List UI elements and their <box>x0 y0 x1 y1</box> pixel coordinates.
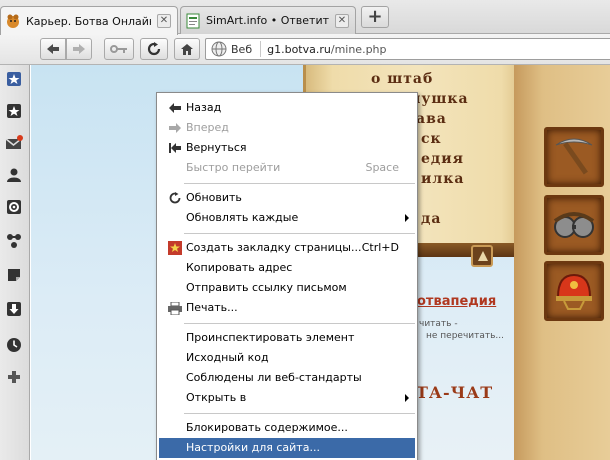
helmet-icon <box>556 273 592 310</box>
menu-item-open-with[interactable]: Открыть в <box>159 388 415 408</box>
submenu-arrow-icon <box>405 214 409 222</box>
menu-word[interactable]: илка <box>421 171 464 187</box>
forward-arrow-icon <box>167 120 183 136</box>
tab-title: SimArt.info • Ответить <box>206 14 329 27</box>
menu-item-validate[interactable]: Соблюдены ли веб-стандарты <box>159 368 415 388</box>
forward-button[interactable] <box>66 38 92 60</box>
contacts-icon[interactable] <box>4 165 24 185</box>
menu-word[interactable]: ск <box>421 131 442 147</box>
menu-word[interactable]: о штаб <box>371 71 433 87</box>
side-panel <box>0 65 30 460</box>
menu-word[interactable]: едия <box>421 151 464 167</box>
address-bar[interactable]: Веб g1.botva.ru/mine.php <box>205 38 610 60</box>
menu-separator <box>184 413 415 414</box>
bookmarks-panel-icon[interactable] <box>4 69 24 89</box>
url-text: g1.botva.ru/mine.php <box>267 43 386 56</box>
submenu-arrow-icon <box>405 394 409 402</box>
inventory-slot-goggles[interactable] <box>544 195 604 255</box>
menu-item-rewind[interactable]: Вернуться <box>159 138 415 158</box>
gear-icon[interactable] <box>4 197 24 217</box>
menu-word[interactable]: да <box>421 211 441 227</box>
menu-item-reload[interactable]: Обновить <box>159 188 415 208</box>
context-menu: Назад Вперед Вернуться Быстро перейти Sp… <box>156 92 418 460</box>
mail-icon[interactable] <box>4 133 24 153</box>
small-text: не перечитать... <box>426 331 505 341</box>
menu-separator <box>184 323 415 324</box>
menu-word[interactable]: ава <box>416 111 447 127</box>
document-favicon-icon <box>185 13 201 29</box>
home-button[interactable] <box>174 38 200 60</box>
small-text: читать - <box>419 319 458 329</box>
globe-icon <box>209 39 229 59</box>
new-tab-button[interactable]: + <box>361 6 389 28</box>
history-clock-icon[interactable] <box>4 335 24 355</box>
speed-dial-panel-icon[interactable] <box>4 101 24 121</box>
goggles-icon <box>553 212 595 238</box>
tab-strip: Карьер. Ботва Онлайн ... ✕ SimArt.info •… <box>0 0 610 35</box>
notes-icon[interactable] <box>4 265 24 285</box>
menu-item-inspect[interactable]: Проинспектировать элемент <box>159 328 415 348</box>
bookmark-star-icon <box>167 240 183 256</box>
tab-simart[interactable]: SimArt.info • Ответить ✕ <box>180 6 356 34</box>
site-badge: Веб <box>231 42 253 56</box>
pickaxe-icon <box>555 138 593 175</box>
menu-item-source[interactable]: Исходный код <box>159 348 415 368</box>
printer-icon <box>167 300 183 316</box>
menu-item-block-content[interactable]: Блокировать содержимое... <box>159 418 415 438</box>
menu-item-copy-address[interactable]: Копировать адрес <box>159 258 415 278</box>
menu-item-send-link[interactable]: Отправить ссылку письмом <box>159 278 415 298</box>
downloads-icon[interactable] <box>4 299 24 319</box>
reload-button[interactable] <box>140 38 168 60</box>
menu-item-bookmark-page[interactable]: Создать закладку страницы... Ctrl+D <box>159 238 415 258</box>
menu-item-print[interactable]: Печать... <box>159 298 415 318</box>
shortcut: Ctrl+D <box>361 241 399 254</box>
menu-separator <box>184 183 415 184</box>
botva-chat-link[interactable]: ТА-ЧАТ <box>416 383 493 402</box>
shortcut: Space <box>365 161 399 174</box>
menu-item-site-preferences[interactable]: Настройки для сайта... <box>159 438 415 458</box>
url-host: g1.botva.ru <box>267 42 331 56</box>
tab-botva[interactable]: Карьер. Ботва Онлайн ... ✕ <box>0 6 178 35</box>
back-button[interactable] <box>40 38 66 60</box>
transfers-icon[interactable] <box>4 231 24 251</box>
scroll-up-button[interactable] <box>471 245 493 267</box>
navigation-toolbar: Веб g1.botva.ru/mine.php <box>0 34 610 65</box>
inventory-slot-helmet[interactable] <box>544 261 604 321</box>
menu-item-fast-forward[interactable]: Быстро перейти Space <box>159 158 415 178</box>
menu-item-back[interactable]: Назад <box>159 98 415 118</box>
botva-favicon-icon <box>5 13 21 29</box>
botvapedia-link[interactable]: отвапедия <box>417 294 496 309</box>
url-path: /mine.php <box>330 42 387 56</box>
add-panel-icon[interactable] <box>4 367 24 387</box>
rewind-icon <box>167 140 183 156</box>
close-icon[interactable]: ✕ <box>335 13 349 28</box>
menu-separator <box>184 233 415 234</box>
back-arrow-icon <box>167 100 183 116</box>
reload-icon <box>167 190 183 206</box>
inventory-slot-pickaxe[interactable] <box>544 127 604 187</box>
tab-title: Карьер. Ботва Онлайн ... <box>26 14 151 28</box>
menu-item-reload-every[interactable]: Обновлять каждые <box>159 208 415 228</box>
menu-item-forward[interactable]: Вперед <box>159 118 415 138</box>
close-icon[interactable]: ✕ <box>157 14 171 28</box>
key-button[interactable] <box>104 38 134 60</box>
